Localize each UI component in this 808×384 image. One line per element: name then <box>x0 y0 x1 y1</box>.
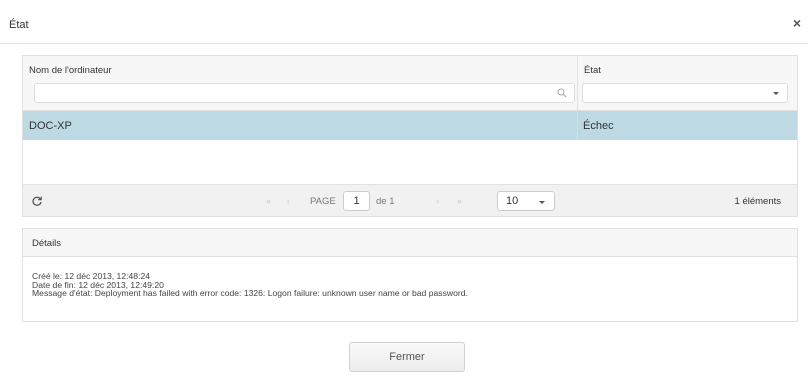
status-dialog: État × Nom de l'ordinateur État DOC-XP É… <box>0 0 808 384</box>
dialog-title-bar: État × <box>0 0 808 44</box>
refresh-icon[interactable] <box>31 195 43 207</box>
column-divider <box>577 111 578 140</box>
computer-name-filter-input[interactable] <box>34 83 575 103</box>
page-total: de 1 <box>376 196 395 207</box>
computers-grid: Nom de l'ordinateur État DOC-XP Échec « … <box>22 55 798 217</box>
state-filter-select[interactable] <box>582 83 788 103</box>
page-size-value: 10 <box>506 195 519 207</box>
details-status-message-line: Message d'état: Deployment has failed wi… <box>32 288 468 298</box>
grid-header: Nom de l'ordinateur État <box>23 56 797 111</box>
item-count: 1 éléments <box>734 196 781 207</box>
chevron-down-icon <box>539 201 545 204</box>
column-header-computer-name[interactable]: Nom de l'ordinateur <box>29 65 112 76</box>
state-cell: Échec <box>583 120 614 132</box>
details-header: Détails <box>23 229 797 257</box>
search-icon[interactable] <box>557 88 567 98</box>
pager: « ‹ PAGE 1 de 1 › » 10 1 éléments <box>23 184 797 216</box>
page-size-select[interactable]: 10 <box>497 191 555 211</box>
column-divider <box>577 56 578 111</box>
close-icon[interactable]: × <box>790 16 804 30</box>
next-page-button[interactable]: › <box>436 196 439 206</box>
first-page-button[interactable]: « <box>266 196 271 206</box>
column-header-state[interactable]: État <box>584 65 601 76</box>
previous-page-button[interactable]: ‹ <box>287 196 290 206</box>
table-row[interactable]: DOC-XP Échec <box>23 111 797 140</box>
computer-name-cell: DOC-XP <box>29 120 72 132</box>
last-page-button[interactable]: » <box>457 196 462 206</box>
details-body: Créé le: 12 déc 2013, 12:48:24 Date de f… <box>32 272 468 298</box>
dialog-title: État <box>9 19 29 31</box>
chevron-down-icon <box>773 92 779 95</box>
details-title: Détails <box>32 238 62 249</box>
page-label: PAGE <box>310 196 336 207</box>
details-panel: Détails Créé le: 12 déc 2013, 12:48:24 D… <box>22 228 798 322</box>
close-button[interactable]: Fermer <box>349 342 465 372</box>
page-number-input[interactable]: 1 <box>343 191 370 211</box>
